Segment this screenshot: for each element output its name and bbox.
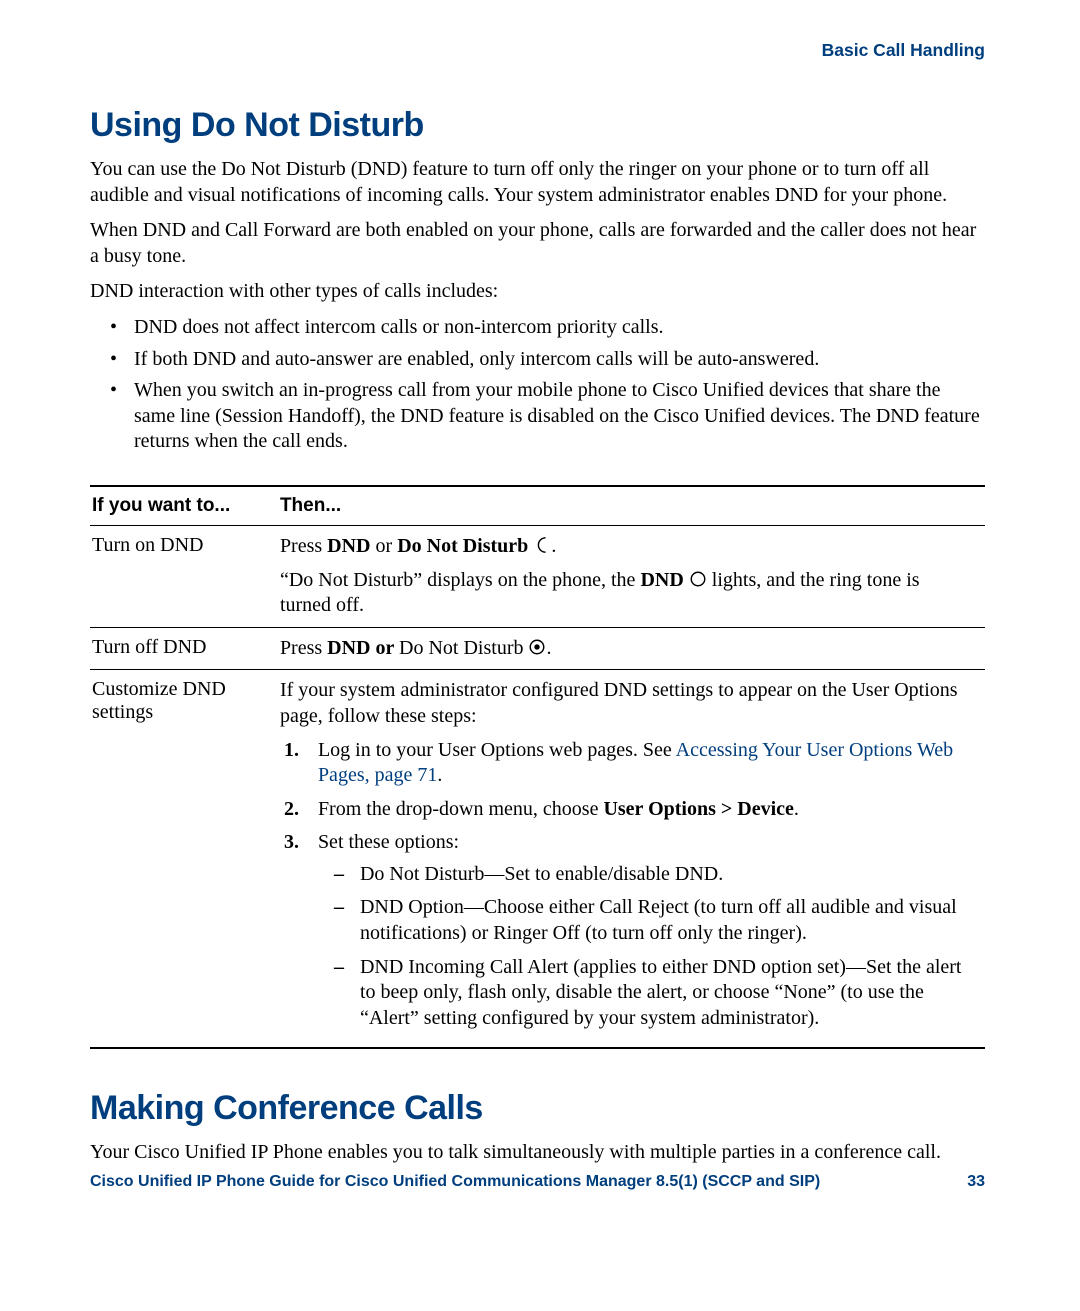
text: “Do Not Disturb” displays on the phone, … [280,569,641,591]
table-row: Turn off DND Press DND or Do Not Disturb… [90,627,985,670]
text-bold: DND [640,569,688,591]
text: or [371,535,398,557]
table-row: Turn on DND Press DND or Do Not Disturb … [90,525,985,627]
text: From the drop-down menu, choose [318,798,604,820]
step-item: Log in to your User Options web pages. S… [308,738,975,789]
text: . [794,798,799,820]
text: . [551,535,556,557]
dash-list: Do Not Disturb—Set to enable/disable DND… [318,862,975,1032]
ordered-steps: Log in to your User Options web pages. S… [280,738,975,1032]
text-bold: DND [327,535,370,557]
text: Set these options: [318,831,459,853]
page: Basic Call Handling Using Do Not Disturb… [0,0,1080,1311]
table-cell: Turn off DND [90,627,278,670]
text: If your system administrator configured … [280,678,975,729]
text-bold: Do Not Disturb [397,535,533,557]
page-footer: Cisco Unified IP Phone Guide for Cisco U… [90,1173,985,1191]
text: . [546,637,551,659]
bullet-list: DND does not affect intercom calls or no… [90,315,985,455]
table-cell: Customize DND settings [90,670,278,1049]
table-header: Then... [278,486,985,526]
body-paragraph: When DND and Call Forward are both enabl… [90,218,985,269]
list-item: DND does not affect intercom calls or no… [130,315,985,341]
list-item: If both DND and auto-answer are enabled,… [130,347,985,373]
text: . [437,764,442,786]
dnd-target-icon [528,638,546,656]
list-item: Do Not Disturb—Set to enable/disable DND… [356,862,975,888]
dnd-circle-icon [689,570,707,588]
body-paragraph: DND interaction with other types of call… [90,279,985,305]
header-breadcrumb[interactable]: Basic Call Handling [90,40,985,61]
list-item: DND Incoming Call Alert (applies to eith… [356,955,975,1032]
step-item: Set these options: Do Not Disturb—Set to… [308,830,975,1031]
table-cell: Press DND or Do Not Disturb . “Do Not Di… [278,525,985,627]
body-paragraph: Your Cisco Unified IP Phone enables you … [90,1140,985,1166]
section-title-dnd: Using Do Not Disturb [90,106,985,145]
text: Log in to your User Options web pages. S… [318,739,676,761]
table-header: If you want to... [90,486,278,526]
text: Press [280,535,327,557]
text-bold: DND or [327,637,399,659]
dnd-moon-icon [533,536,551,554]
list-item: When you switch an in-progress call from… [130,378,985,455]
text-bold: User Options > Device [603,798,793,820]
section-title-conference: Making Conference Calls [90,1089,985,1128]
list-item: DND Option—Choose either Call Reject (to… [356,895,975,946]
footer-page-number: 33 [967,1173,985,1191]
body-paragraph: You can use the Do Not Disturb (DND) fea… [90,157,985,208]
table-cell: If your system administrator configured … [278,670,985,1049]
table-cell: Turn on DND [90,525,278,627]
text: Press [280,637,327,659]
step-item: From the drop-down menu, choose User Opt… [308,797,975,823]
table-row: Customize DND settings If your system ad… [90,670,985,1049]
table-cell: Press DND or Do Not Disturb . [278,627,985,670]
dnd-table: If you want to... Then... Turn on DND Pr… [90,485,985,1050]
footer-guide-title: Cisco Unified IP Phone Guide for Cisco U… [90,1173,820,1191]
text: Do Not Disturb [399,637,528,659]
